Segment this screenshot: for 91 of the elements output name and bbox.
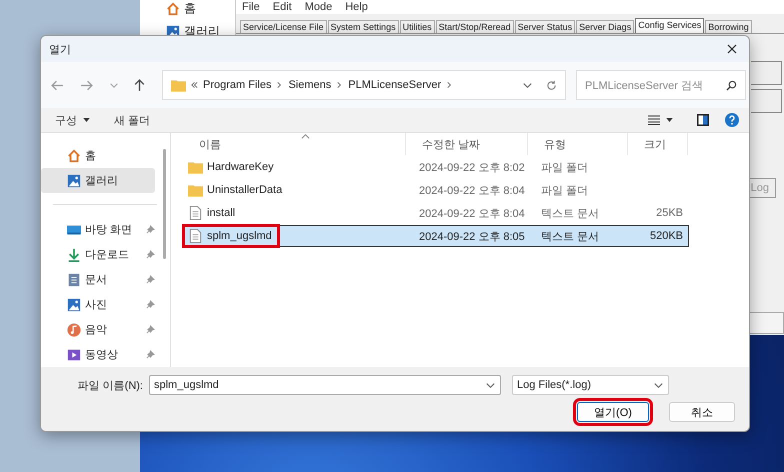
date-cell-text: 2024-09-22 오후 8:04 bbox=[418, 206, 526, 220]
picture-icon bbox=[67, 174, 81, 188]
folder-icon bbox=[188, 183, 203, 197]
menu-item[interactable]: Edit bbox=[272, 1, 292, 13]
home-icon bbox=[166, 2, 180, 16]
search-icon bbox=[726, 80, 737, 90]
date-cell-text: 2024-09-22 오후 8:04 bbox=[418, 184, 526, 198]
file-row[interactable]: splm_ugslmd 2024-09-22 오후 8:05 텍스트 문서 520KB bbox=[183, 225, 689, 247]
size-cell-text: 25KB bbox=[655, 207, 684, 219]
text-file-icon bbox=[188, 206, 203, 220]
sidebar-item[interactable]: 사진 bbox=[41, 292, 155, 317]
monitor-icon bbox=[67, 222, 81, 236]
new-folder-button[interactable]: 새 폴더 bbox=[114, 112, 150, 128]
list-view-icon[interactable] bbox=[648, 115, 660, 125]
text-file-icon bbox=[188, 229, 203, 243]
breadcrumb[interactable]: Siemens bbox=[288, 79, 332, 91]
column-header[interactable]: 유형 bbox=[528, 133, 628, 155]
menu-item[interactable]: Mode bbox=[304, 1, 332, 13]
size-cell-text: 520KB bbox=[648, 230, 684, 242]
breadcrumb[interactable]: PLMLicenseServer bbox=[348, 79, 442, 91]
date-cell-text: 2024-09-22 오후 8:05 bbox=[418, 230, 526, 244]
breadcrumb[interactable]: Program Files bbox=[203, 79, 272, 91]
refresh-icon[interactable] bbox=[546, 80, 557, 90]
organize-menu-button[interactable]: 구성 bbox=[55, 112, 77, 128]
column-header[interactable]: 수정한 날짜 bbox=[406, 133, 528, 155]
caret-icon bbox=[83, 118, 90, 122]
cancel-button[interactable]: 취소 bbox=[669, 402, 735, 422]
chevron-right-icon bbox=[336, 81, 344, 89]
search-field[interactable]: PLMLicenseServer 검색 bbox=[576, 70, 746, 100]
picture-icon bbox=[67, 298, 81, 312]
tab[interactable]: Service/License File bbox=[240, 20, 327, 33]
download-icon bbox=[67, 248, 81, 262]
sidebar-item[interactable]: 다운로드 bbox=[41, 242, 155, 267]
chevron-right-icon bbox=[446, 81, 454, 89]
tab[interactable]: System Settings bbox=[328, 20, 399, 33]
file-name: UninstallerData bbox=[207, 184, 282, 196]
column-header[interactable]: 이름 bbox=[183, 133, 406, 155]
address-bar[interactable]: Program Files Siemens PLMLicenseServer bbox=[162, 70, 566, 100]
file-type-dropdown[interactable]: Log Files(*.log) bbox=[512, 375, 669, 395]
music-note-icon bbox=[67, 322, 81, 336]
chevron-right-icon bbox=[276, 81, 284, 89]
type-cell-text: 텍스트 문서 bbox=[540, 230, 600, 244]
file-row[interactable]: install 2024-09-22 오후 8:04 텍스트 문서 25KB bbox=[183, 202, 689, 224]
tab[interactable]: Server Diags bbox=[576, 20, 634, 33]
forward-arrow-icon[interactable] bbox=[80, 78, 93, 92]
preview-pane-icon[interactable] bbox=[697, 114, 709, 126]
close-icon[interactable] bbox=[727, 44, 737, 54]
sidebar-item[interactable]: 갤러리 bbox=[41, 168, 155, 193]
file-name: install bbox=[207, 207, 236, 219]
tab[interactable]: Utilities bbox=[400, 20, 435, 33]
folder-icon bbox=[188, 160, 203, 174]
column-header[interactable]: 크기 bbox=[628, 133, 688, 155]
file-name: splm_ugslmd bbox=[207, 230, 272, 242]
sidebar-item[interactable]: 바탕 화면 bbox=[41, 217, 155, 242]
sidebar-item[interactable]: 홈 bbox=[41, 143, 155, 168]
file-row[interactable]: UninstallerData 2024-09-22 오후 8:04 파일 폴더 bbox=[183, 179, 689, 201]
scrollbar[interactable] bbox=[163, 149, 166, 259]
file-row[interactable]: HardwareKey 2024-09-22 오후 8:02 파일 폴더 bbox=[183, 156, 689, 178]
folder-icon bbox=[171, 78, 186, 92]
type-cell-text: 텍스트 문서 bbox=[540, 206, 600, 220]
pin-icon bbox=[146, 250, 155, 259]
sidebar-item[interactable]: 홈 bbox=[184, 0, 196, 17]
document-icon bbox=[67, 272, 81, 286]
date-cell-text: 2024-09-22 오후 8:02 bbox=[418, 160, 526, 174]
sidebar-item[interactable]: 동영상 bbox=[41, 342, 155, 367]
tab[interactable]: Start/Stop/Reread bbox=[436, 20, 514, 33]
tab[interactable]: Config Services bbox=[635, 18, 704, 33]
tab[interactable]: Borrowing bbox=[705, 20, 752, 33]
pin-icon bbox=[146, 325, 155, 334]
home-icon bbox=[67, 148, 81, 162]
file-name-label: 파일 이름(N): bbox=[76, 378, 144, 392]
up-arrow-icon[interactable] bbox=[133, 78, 146, 92]
tab[interactable]: Server Status bbox=[514, 20, 576, 33]
double-chevron-icon bbox=[191, 81, 198, 89]
back-arrow-icon[interactable] bbox=[51, 78, 64, 92]
menu-item[interactable]: File bbox=[242, 1, 260, 13]
menu-item[interactable]: Help bbox=[345, 1, 368, 13]
window-title: 열기 bbox=[49, 42, 72, 56]
pin-icon bbox=[146, 350, 155, 359]
type-cell-text: 파일 폴더 bbox=[540, 184, 590, 198]
video-icon bbox=[67, 348, 81, 362]
file-name: HardwareKey bbox=[207, 161, 274, 173]
type-cell-text: 파일 폴더 bbox=[540, 160, 590, 174]
pin-icon bbox=[146, 225, 155, 234]
pin-icon bbox=[146, 275, 155, 284]
pin-icon bbox=[146, 300, 155, 309]
sidebar-item[interactable]: 음악 bbox=[41, 317, 155, 342]
help-icon[interactable] bbox=[725, 113, 739, 127]
file-name-field[interactable]: splm_ugslmd bbox=[149, 375, 501, 395]
caret-icon[interactable] bbox=[666, 118, 673, 122]
sidebar-item[interactable]: 문서 bbox=[41, 267, 155, 292]
